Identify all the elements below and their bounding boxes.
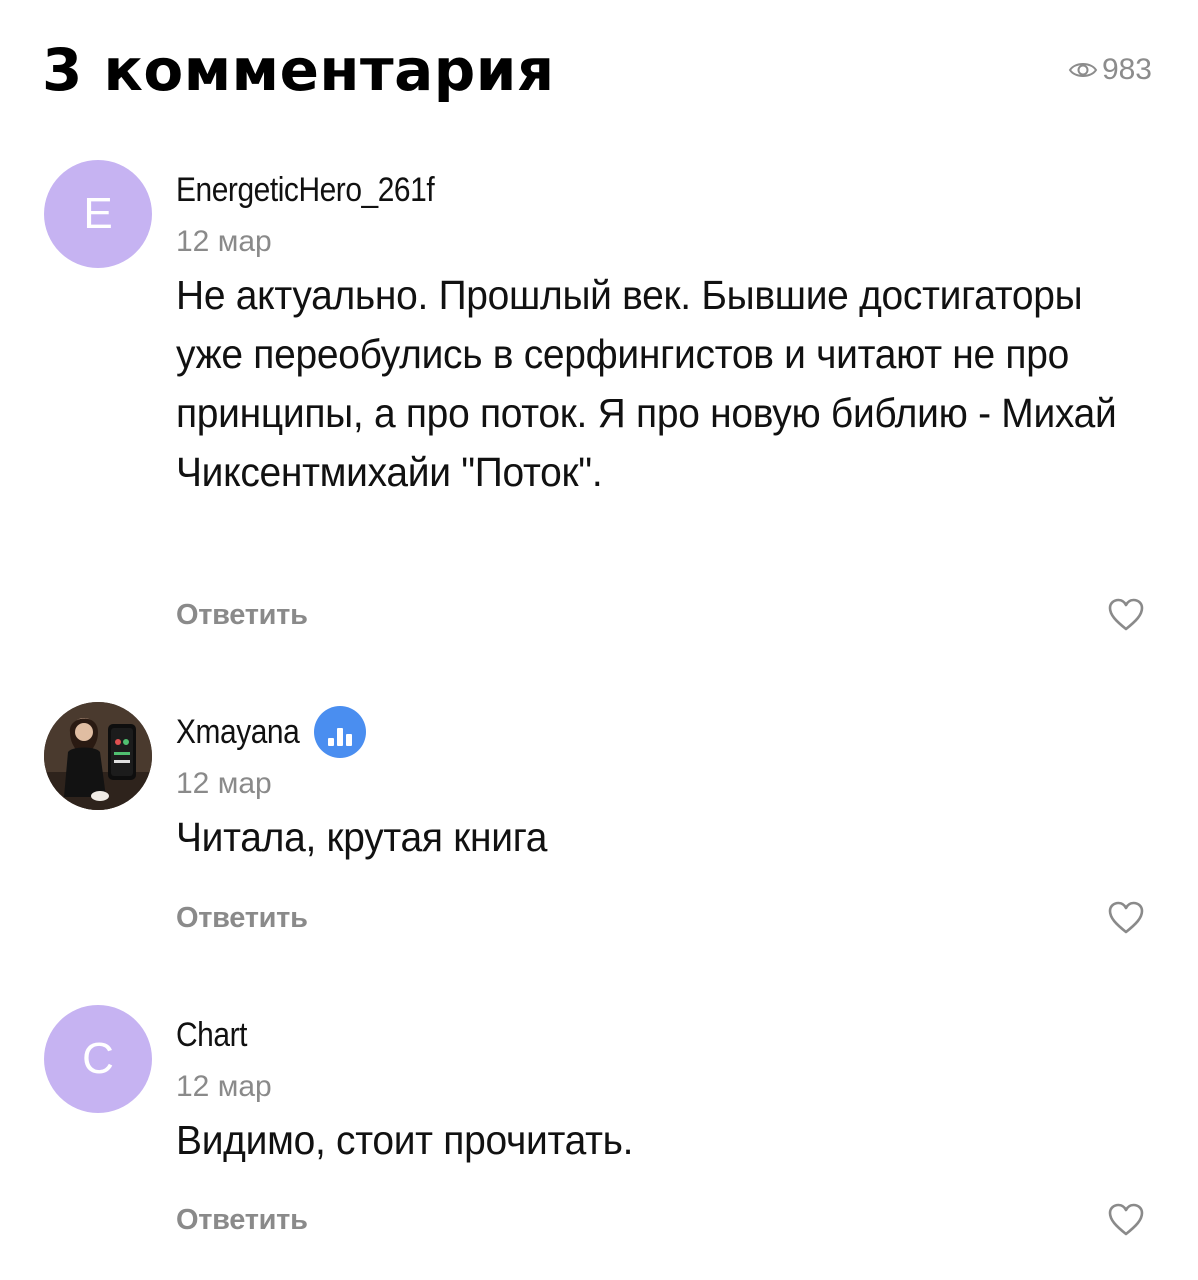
author-row: EnergeticHero_261f	[176, 168, 1142, 212]
reply-button[interactable]: Ответить	[176, 896, 308, 940]
comment-content: Chart 12 мар Видимо, стоит прочитать.	[176, 1013, 1142, 1170]
comment-content: EnergeticHero_261f 12 мар Не актуально. …	[176, 168, 1142, 502]
comments-title: 3 комментария	[42, 36, 555, 104]
avatar[interactable]: E	[44, 160, 152, 268]
avatar[interactable]	[44, 702, 152, 810]
comment-date: 12 мар	[176, 767, 272, 800]
author-row: Chart	[176, 1013, 1142, 1057]
eye-icon	[1068, 63, 1098, 77]
author-row: Xmayana	[176, 706, 1142, 758]
heart-icon[interactable]	[1106, 898, 1146, 938]
comment: C Chart 12 мар Видимо, стоит прочитать. …	[42, 1005, 1144, 1245]
comment-actions: Ответить	[176, 1198, 1144, 1242]
comment: Xmayana 12 мар Читала, крутая книга Отве…	[42, 702, 1144, 942]
comments-header: 3 комментария 983	[42, 30, 1152, 120]
comment: E EnergeticHero_261f 12 мар Не актуально…	[42, 160, 1144, 640]
comment-actions: Ответить	[176, 896, 1144, 940]
avatar-photo	[44, 702, 152, 810]
comment-content: Xmayana 12 мар Читала, крутая книга	[176, 706, 1142, 867]
reply-button[interactable]: Ответить	[176, 1198, 308, 1242]
author-name[interactable]: EnergeticHero_261f	[176, 168, 435, 212]
views-counter: 983	[1068, 52, 1152, 88]
reply-button[interactable]: Ответить	[176, 593, 308, 637]
comment-date: 12 мар	[176, 225, 272, 258]
comment-text: Не актуально. Прошлый век. Бывшие достиг…	[176, 272, 1117, 495]
views-count: 983	[1101, 53, 1152, 86]
avatar[interactable]: C	[44, 1005, 152, 1113]
comment-date: 12 мар	[176, 1070, 272, 1103]
heart-icon[interactable]	[1106, 1200, 1146, 1240]
comment-text: Читала, крутая книга	[176, 814, 548, 860]
verified-badge-icon	[314, 706, 367, 758]
author-name[interactable]: Xmayana	[176, 710, 300, 754]
author-name[interactable]: Chart	[176, 1013, 247, 1057]
comment-actions: Ответить	[176, 593, 1144, 637]
comment-text: Видимо, стоит прочитать.	[176, 1117, 634, 1163]
heart-icon[interactable]	[1106, 595, 1146, 635]
